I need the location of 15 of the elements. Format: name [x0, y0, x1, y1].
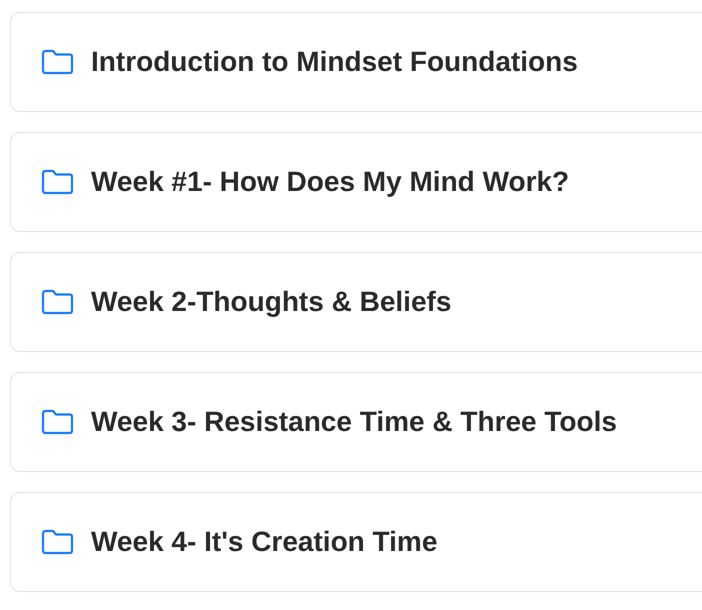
- folder-card[interactable]: Week 3- Resistance Time & Three Tools: [10, 372, 702, 472]
- folder-card[interactable]: Week #1- How Does My Mind Work?: [10, 132, 702, 232]
- folder-icon: [41, 169, 74, 195]
- folder-card[interactable]: Week 2-Thoughts & Beliefs: [10, 252, 702, 352]
- folder-title: Week 3- Resistance Time & Three Tools: [91, 405, 617, 439]
- folder-title: Introduction to Mindset Foundations: [91, 45, 578, 79]
- folder-card[interactable]: Week 4- It's Creation Time: [10, 492, 702, 592]
- folder-icon: [41, 529, 74, 555]
- folder-icon: [41, 409, 74, 435]
- folder-card[interactable]: Introduction to Mindset Foundations: [10, 12, 702, 112]
- folder-title: Week 4- It's Creation Time: [91, 525, 438, 559]
- folder-title: Week 2-Thoughts & Beliefs: [91, 285, 452, 319]
- folder-title: Week #1- How Does My Mind Work?: [91, 165, 570, 199]
- folder-icon: [41, 49, 74, 75]
- folder-icon: [41, 289, 74, 315]
